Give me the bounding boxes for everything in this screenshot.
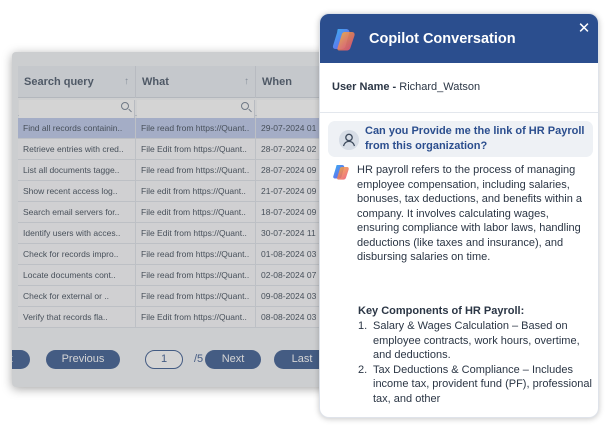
user-avatar-icon: [339, 130, 359, 150]
search-icon: [121, 102, 129, 110]
table-cell: Verify that records fla..: [18, 307, 136, 328]
table-cell: File edit from https://Quant..: [136, 181, 256, 202]
table-cell: Check for external or ..: [18, 286, 136, 307]
table-cell: File read from https://Quant..: [136, 244, 256, 265]
column-label: What: [142, 76, 169, 88]
table-row[interactable]: List all documents tagge.. File read from…: [18, 160, 342, 181]
table-cell: File edit from https://Quant..: [136, 202, 256, 223]
list-item: 1. Salary & Wages Calculation – Based on …: [358, 319, 594, 363]
column-header-what[interactable]: What ↑: [136, 66, 256, 98]
column-header-search-query[interactable]: Search query ↑: [18, 66, 136, 98]
table-cell: File Edit from https://Quant..: [136, 139, 256, 160]
table-row[interactable]: Locate documents cont.. File read from ht…: [18, 265, 342, 286]
table-row[interactable]: Identify users with acces.. File Edit fro…: [18, 223, 342, 244]
user-question-text: Can you Provide me the link of HR Payrol…: [365, 125, 585, 152]
first-page-button[interactable]: First: [12, 350, 30, 369]
user-name-row: User Name - Richard_Watson: [332, 81, 480, 93]
copilot-panel: Copilot Conversation ✕ User Name - Richa…: [319, 13, 599, 418]
table-cell: Locate documents cont..: [18, 265, 136, 286]
divider: [320, 112, 598, 113]
table-cell: File read from https://Quant..: [136, 265, 256, 286]
copilot-title: Copilot Conversation: [369, 31, 516, 47]
copilot-logo-icon: [332, 29, 355, 51]
table-cell: Show recent access log..: [18, 181, 136, 202]
page-number-input[interactable]: 1: [145, 350, 183, 369]
table-cell: Retrieve entries with cred..: [18, 139, 136, 160]
copilot-header: Copilot Conversation ✕: [320, 14, 598, 63]
table-row[interactable]: Check for records impro.. File read from …: [18, 244, 342, 265]
table-row[interactable]: Search email servers for.. File edit from…: [18, 202, 342, 223]
column-label: When: [262, 76, 292, 88]
components-heading: Key Components of HR Payroll:: [358, 305, 525, 317]
audit-table-card: Search query ↑ What ↑ When Find all reco…: [12, 52, 342, 387]
pagination: First Previous 1 /5 Next Last: [12, 348, 342, 372]
app-stage: Search query ↑ What ↑ When Find all reco…: [0, 0, 612, 430]
list-item-number: 1.: [358, 320, 368, 332]
table-cell: Find all records containin..: [18, 118, 136, 139]
table-body: Find all records containin.. File read fr…: [18, 118, 342, 328]
table-cell: File read from https://Quant..: [136, 160, 256, 181]
table-row[interactable]: Show recent access log.. File edit from h…: [18, 181, 342, 202]
list-item-number: 2.: [358, 363, 368, 376]
table-filter-row: [18, 98, 342, 118]
table-cell: Check for records impro..: [18, 244, 136, 265]
sort-arrow-icon[interactable]: ↑: [124, 66, 129, 98]
column-label: Search query: [24, 76, 94, 88]
list-item-text: Salary & Wages Calculation – Based on em…: [373, 320, 580, 361]
user-question-bubble: Can you Provide me the link of HR Payrol…: [328, 121, 593, 157]
table-cell: File Edit from https://Quant..: [136, 307, 256, 328]
copilot-answer-icon: [333, 165, 349, 180]
components-list: 1. Salary & Wages Calculation – Based on …: [358, 319, 594, 406]
sort-arrow-icon[interactable]: ↑: [244, 66, 249, 98]
list-item-text: Tax Deductions & Compliance – Includes i…: [373, 363, 592, 405]
user-name-label: User Name -: [332, 81, 400, 93]
table-cell: File read from https://Quant..: [136, 286, 256, 307]
table-cell: Identify users with acces..: [18, 223, 136, 244]
user-name-value: Richard_Watson: [399, 81, 481, 93]
close-icon[interactable]: ✕: [576, 21, 592, 37]
copilot-answer-text: HR payroll refers to the process of mana…: [357, 164, 583, 263]
table-cell: Search email servers for..: [18, 202, 136, 223]
filter-input-what[interactable]: [137, 100, 255, 118]
page-total: /5: [194, 353, 204, 365]
table-row[interactable]: Find all records containin.. File read fr…: [18, 118, 342, 139]
next-page-button[interactable]: Next: [205, 350, 261, 369]
table-cell: List all documents tagge..: [18, 160, 136, 181]
table-cell: File Edit from https://Quant..: [136, 223, 256, 244]
table-row[interactable]: Retrieve entries with cred.. File Edit fr…: [18, 139, 342, 160]
table-cell: File read from https://Quant..: [136, 118, 256, 139]
table-row[interactable]: Verify that records fla.. File Edit from …: [18, 307, 342, 328]
previous-page-button[interactable]: Previous: [46, 350, 120, 369]
search-icon: [241, 102, 249, 110]
table-row[interactable]: Check for external or .. File read from h…: [18, 286, 342, 307]
list-item: 2. Tax Deductions & Compliance – Includes…: [358, 363, 594, 407]
filter-input-search-query[interactable]: [19, 100, 135, 118]
table-header: Search query ↑ What ↑ When: [18, 66, 342, 98]
